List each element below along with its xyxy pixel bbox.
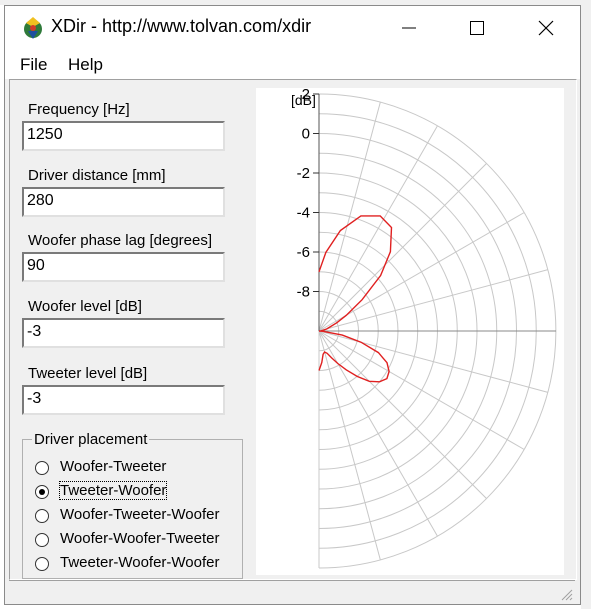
radio-label: Woofer-Woofer-Tweeter — [60, 530, 220, 547]
radio-button[interactable] — [35, 461, 49, 475]
grid-spoke — [318, 212, 525, 332]
radial-tick-label: -2 — [297, 165, 310, 182]
tweeter-level-label: Tweeter level [dB] — [28, 365, 148, 382]
grid-spoke — [318, 330, 381, 561]
woofer-level-input[interactable]: -3 — [22, 318, 225, 348]
polar-plot: [dB]20-2-4-6-8 — [291, 86, 557, 569]
client-area: Frequency [Hz] 1250 Driver distance [mm]… — [9, 79, 577, 580]
grid-spoke — [318, 330, 487, 499]
grid-spoke — [318, 269, 549, 332]
driver-placement-title: Driver placement — [32, 431, 150, 448]
response-curve — [318, 215, 393, 383]
grid-spoke — [318, 330, 525, 450]
frequency-input[interactable]: 1250 — [22, 121, 225, 151]
maximize-button[interactable] — [442, 6, 512, 49]
tweeter-level-input[interactable]: -3 — [22, 385, 225, 415]
radio-label: Tweeter-Woofer-Woofer — [60, 554, 220, 571]
grid-spoke — [318, 125, 438, 332]
menu-file[interactable]: File — [20, 55, 47, 75]
window-title: XDir - http://www.tolvan.com/xdir — [51, 16, 312, 36]
radio-button[interactable] — [35, 557, 49, 571]
radial-tick-label: 0 — [302, 126, 310, 143]
radial-tick-label: -6 — [297, 244, 310, 261]
radio-dot-icon — [39, 489, 45, 495]
radio-label: Woofer-Tweeter — [60, 458, 167, 475]
grid-spoke — [318, 163, 487, 332]
woofer-level-label: Woofer level [dB] — [28, 298, 142, 315]
woofer-phase-input[interactable]: 90 — [22, 252, 225, 282]
radial-tick-label: -8 — [297, 284, 310, 301]
minimize-button[interactable] — [374, 6, 444, 49]
frequency-label: Frequency [Hz] — [28, 101, 130, 118]
driver-distance-label: Driver distance [mm] — [28, 167, 166, 184]
close-icon — [538, 20, 554, 35]
woofer-phase-label: Woofer phase lag [degrees] — [28, 232, 213, 249]
menu-bar: File Help — [5, 49, 580, 79]
radial-tick-label: 2 — [302, 88, 310, 103]
radio-button-selected[interactable] — [35, 485, 49, 499]
close-button[interactable] — [511, 6, 581, 49]
xdir-app-icon — [24, 17, 42, 39]
desktop-background-right — [581, 0, 591, 609]
radial-tick-label: -4 — [297, 205, 310, 222]
status-bar — [9, 580, 575, 603]
polar-plot-panel: [dB] 2 0 -2 -4 -6 -8 — [256, 86, 564, 575]
radio-label: Woofer-Tweeter-Woofer — [60, 506, 220, 523]
radio-button[interactable] — [35, 533, 49, 547]
grid-spoke — [318, 330, 549, 393]
minimize-icon — [402, 27, 416, 28]
driver-distance-input[interactable]: 280 — [22, 187, 225, 217]
maximize-icon — [470, 20, 484, 35]
radio-button[interactable] — [35, 509, 49, 523]
radio-label: Tweeter-Woofer — [58, 481, 168, 500]
menu-help[interactable]: Help — [68, 55, 103, 75]
resize-grip-icon[interactable] — [559, 587, 573, 601]
xdir-window: XDir - http://www.tolvan.com/xdir File H… — [4, 5, 581, 605]
title-bar[interactable]: XDir - http://www.tolvan.com/xdir — [5, 6, 580, 49]
